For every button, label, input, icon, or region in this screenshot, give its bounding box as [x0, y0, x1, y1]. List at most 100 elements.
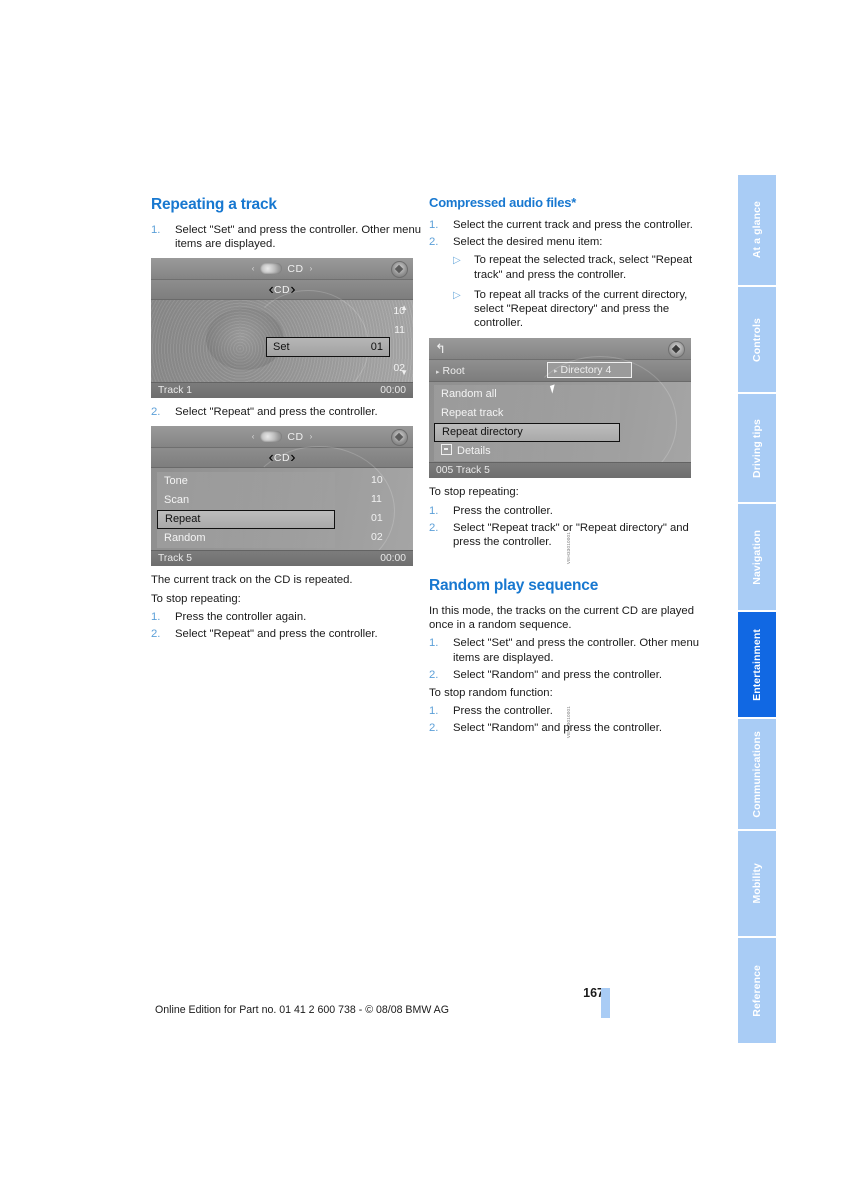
figure1-body: 10 11 00 02 ▲ ▼ Set 01 — [151, 290, 413, 399]
step-text: Select "Random" and press the controller… — [453, 668, 662, 681]
section-heading-random-play: Random play sequence — [429, 577, 599, 595]
details-box-icon — [441, 444, 452, 456]
track-number: 10 — [371, 474, 383, 487]
track-number: 01 — [371, 512, 383, 525]
current-track-label: Track 5 — [158, 553, 192, 565]
cd-disc-icon — [260, 263, 283, 275]
triangle-bullet-icon: ▷ — [453, 289, 461, 301]
selected-menu-item-set[interactable]: Set 01 — [266, 337, 390, 358]
step-number: 2. — [151, 406, 161, 419]
menu-item-tone[interactable]: Tone — [157, 472, 335, 492]
section-heading-compressed-audio: Compressed audio files* — [429, 195, 577, 210]
step-text: Press the controller. — [453, 705, 553, 718]
list-item: 2. Select the desired menu item: — [429, 235, 702, 249]
tab-label: Communications — [751, 730, 763, 818]
tab-label: Entertainment — [751, 628, 763, 701]
chevron-right-icon: › — [309, 432, 313, 442]
page-number: 167 — [583, 986, 604, 1000]
track-number: 11 — [371, 493, 382, 506]
sidebar-item-at-a-glance[interactable]: At a glance — [738, 175, 776, 285]
list-item: ▷ To repeat all tracks of the current di… — [453, 288, 702, 331]
menu-item-repeat[interactable]: Repeat — [157, 510, 335, 530]
tab-label: Controls — [751, 317, 763, 362]
step-number: 1. — [429, 218, 439, 231]
step-text: Select "Set" and press the controller. O… — [175, 223, 422, 251]
list-item: ▷ To repeat the selected track, select "… — [453, 253, 702, 281]
compressed-audio-steps: 1. Select the current track and press th… — [429, 218, 702, 249]
random-play-steps: 1. Select "Set" and press the controller… — [429, 636, 702, 682]
stop-repeating-label-right: To stop repeating: — [429, 486, 519, 499]
sidebar-item-navigation[interactable]: Navigation — [738, 504, 776, 610]
list-item: 2. Select "Repeat track" or "Repeat dire… — [429, 521, 702, 549]
list-item: 2. Select "Repeat" and press the control… — [151, 405, 424, 419]
step-number: 1. — [151, 610, 161, 623]
sidebar-item-reference[interactable]: Reference — [738, 938, 776, 1043]
page-title-repeating-a-track: Repeating a track — [151, 196, 277, 213]
menu-item-scan[interactable]: Scan — [157, 491, 335, 511]
breadcrumb-root[interactable]: ▸ Root — [436, 365, 465, 377]
step-number: 2. — [429, 236, 439, 249]
triangle-bullet-icon: ▷ — [453, 255, 461, 267]
stop-repeating-label: To stop repeating: — [151, 592, 241, 605]
manual-page: Repeating a track 1. Select "Set" and pr… — [0, 0, 848, 1200]
menu-item-random[interactable]: Random — [157, 529, 335, 549]
tab-label: At a glance — [751, 201, 763, 259]
menu-item-details[interactable]: Details — [434, 442, 620, 462]
left-column: Repeating a track 1. Select "Set" and pr… — [151, 196, 571, 738]
tab-label: Reference — [751, 964, 763, 1017]
list-item: 1. Press the controller. — [429, 704, 702, 718]
list-item: 1. Select "Set" and press the controller… — [151, 223, 424, 251]
stop-random-label: To stop random function: — [429, 687, 553, 699]
sidebar-item-mobility[interactable]: Mobility — [738, 831, 776, 936]
list-item: 1. Select the current track and press th… — [429, 218, 702, 232]
triangle-icon: ▸ — [436, 368, 440, 376]
track-number: 02 — [371, 531, 383, 544]
step-number: 1. — [151, 223, 161, 236]
menu-item-repeat-track[interactable]: Repeat track — [434, 404, 620, 424]
menu-item-repeat-directory[interactable]: Repeat directory — [434, 423, 620, 443]
repeating-step2-list: 2. Select "Repeat" and press the control… — [151, 405, 424, 419]
step-number: 2. — [151, 628, 161, 641]
list-item: 2. Select "Random" and press the control… — [429, 721, 702, 735]
figure1-status-bar: Track 1 00:00 — [151, 382, 413, 399]
controller-icon — [391, 429, 408, 447]
idrive-screenshot-set: ‹ CD › ‹ CD › 10 11 00 02 ▲ — [151, 258, 413, 399]
step-text: Select "Random" and press the controller… — [453, 722, 662, 735]
cd-disc-icon — [260, 431, 283, 443]
sub-step-text: To repeat the selected track, select "Re… — [474, 254, 693, 281]
menu-item-random-all[interactable]: Random all — [434, 385, 620, 405]
sidebar-item-entertainment[interactable]: Entertainment — [738, 612, 776, 717]
back-arrow-icon[interactable]: ↰ — [435, 342, 446, 355]
step-text: Select the desired menu item: — [453, 236, 603, 249]
figure2-track-numbers: 10 11 01 02 — [371, 471, 401, 547]
current-track-label: 005 Track 5 — [436, 465, 490, 477]
chevron-left-icon: ‹ — [251, 432, 255, 442]
breadcrumb-root-label: Root — [442, 364, 465, 377]
list-item: 2. Select "Random" and press the control… — [429, 668, 702, 682]
step-number: 1. — [429, 705, 439, 718]
chevron-left-icon: ‹ — [251, 264, 255, 274]
sidebar-item-communications[interactable]: Communications — [738, 719, 776, 829]
figure3-status-bar: 005 Track 5 — [429, 462, 691, 479]
figure1-source-label: CD — [287, 262, 304, 275]
footer-edition-line: Online Edition for Part no. 01 41 2 600 … — [154, 1004, 449, 1016]
idrive-screenshot-repeat-menu: ‹ CD › ‹ CD › Tone Scan Repeat Random 10… — [151, 426, 413, 567]
sidebar-item-driving-tips[interactable]: Driving tips — [738, 394, 776, 502]
stop-repeating-steps-right: 1. Press the controller. 2. Select "Repe… — [429, 504, 702, 550]
elapsed-time-label: 00:00 — [380, 385, 406, 397]
step-text: Select "Repeat track" or "Repeat directo… — [453, 521, 689, 548]
figure2-body: Tone Scan Repeat Random 10 11 01 02 — [151, 446, 413, 567]
random-play-intro: In this mode, the tracks on the current … — [429, 604, 694, 632]
step-number: 2. — [429, 668, 439, 681]
figure3-body: Random all Repeat track Repeat directory… — [429, 356, 691, 479]
selected-item-label: Set — [273, 341, 290, 354]
sub-step-text: To repeat all tracks of the current dire… — [474, 288, 688, 330]
menu-item-details-label: Details — [457, 445, 491, 458]
scroll-up-icon: ▲ — [400, 303, 408, 313]
list-item: 2. Select "Repeat" and press the control… — [151, 627, 424, 641]
step-number: 1. — [429, 504, 439, 517]
controller-icon — [668, 341, 685, 359]
sidebar-item-controls[interactable]: Controls — [738, 287, 776, 392]
stop-repeating-steps: 1. Press the controller again. 2. Select… — [151, 610, 424, 641]
